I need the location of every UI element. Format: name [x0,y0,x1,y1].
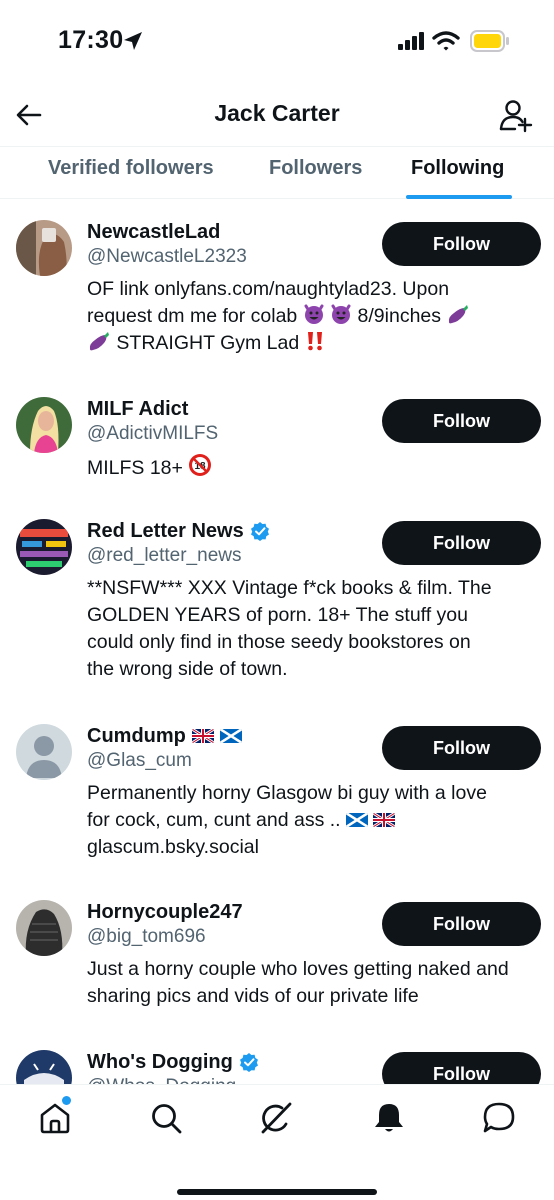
display-name[interactable]: NewcastleLad [87,221,220,244]
follow-button-label: Follow [433,233,490,254]
user-handle: @Glas_cum [87,750,192,771]
home-icon[interactable] [38,1101,72,1135]
display-name[interactable]: Who's Dogging [87,1051,233,1074]
bio-text: glascum.bsky.social [87,836,259,858]
display-name[interactable]: Hornycouple247 [87,901,243,924]
user-name[interactable]: Cumdump [87,724,242,748]
location-arrow-icon [124,32,142,50]
display-name[interactable]: Cumdump [87,725,186,748]
following-list: NewcastleLad @NewcastleL2323 Follow OF l… [0,199,554,1084]
user-handle: @big_tom696 [87,926,206,947]
eggplant-emoji-icon [89,332,109,351]
bio-text: request dm me for colab [87,305,298,327]
user-row[interactable]: Red Letter News @red_letter_news Follow … [0,519,554,694]
follow-button[interactable]: Follow [382,1052,541,1084]
bio-text: OF link onlyfans.com/naughtylad23. Upon [87,278,450,300]
avatar[interactable] [16,519,72,575]
bio-text: Permanently horny Glasgow bi guy with a … [87,782,487,804]
tab-bar: Verified followers Followers Following [0,146,554,199]
search-icon[interactable] [149,1101,183,1135]
user-row[interactable]: Hornycouple247 @big_tom696 Follow Just a… [0,900,554,1020]
home-unread-dot [62,1096,71,1105]
user-row[interactable]: NewcastleLad @NewcastleL2323 Follow OF l… [0,220,554,385]
user-name[interactable]: Who's Dogging [87,1050,259,1074]
user-row[interactable]: Cumdump @Glas_cum Follow Permanently hor… [0,724,554,874]
no-under-18-emoji-icon: 18 [189,454,212,476]
user-handle: @Whos_Dogging [87,1076,236,1084]
user-bio: Just a horny couple who loves getting na… [87,956,537,1010]
follow-button[interactable]: Follow [382,222,541,266]
follow-button[interactable]: Follow [382,399,541,443]
bio-text: Just a horny couple who loves getting na… [87,958,509,980]
bio-text: MILFS 18+ [87,457,183,479]
user-handle: @AdictivMILFS [87,423,219,444]
follow-button-label: Follow [433,532,490,553]
user-bio: OF link onlyfans.com/naughtylad23. Upon … [87,276,537,357]
home-indicator [177,1189,377,1195]
user-bio: MILFS 18+ 18 [87,453,537,482]
follow-button-label: Follow [433,1063,490,1084]
bio-text: could only find in those seedy bookstore… [87,631,471,653]
user-row[interactable]: MILF Adict @AdictivMILFS Follow MILFS 18… [0,397,554,507]
tab-followers[interactable]: Followers [269,157,362,180]
verified-badge-icon [239,1053,258,1072]
bio-text: the wrong side of town. [87,658,288,680]
uk-flag-icon [373,813,396,827]
follow-button[interactable]: Follow [382,902,541,946]
avatar[interactable] [16,397,72,453]
user-handle: @NewcastleL2323 [87,246,247,267]
display-name[interactable]: MILF Adict [87,398,188,421]
user-handle: @red_letter_news [87,545,242,566]
user-name[interactable]: Red Letter News [87,519,270,543]
notifications-icon[interactable] [372,1101,406,1135]
eggplant-emoji-icon [449,305,469,324]
user-name[interactable]: NewcastleLad [87,220,220,244]
tab-verified-followers[interactable]: Verified followers [48,157,214,180]
wifi-icon [432,31,460,51]
avatar[interactable] [16,724,72,780]
user-name[interactable]: MILF Adict [87,397,188,421]
uk-flag-icon [191,729,214,743]
status-bar: 17:30 [0,0,554,84]
display-name[interactable]: Red Letter News [87,520,244,543]
follow-button-label: Follow [433,410,490,431]
grok-icon[interactable] [259,1101,293,1135]
avatar[interactable] [16,900,72,956]
avatar[interactable] [16,220,72,276]
smiling-devil-emoji-icon [304,304,324,324]
bio-text: 8/9inches [357,305,442,327]
bio-text: STRAIGHT Gym Lad [116,332,300,354]
header: Jack Carter [0,84,554,146]
add-user-icon[interactable] [498,98,534,134]
messages-icon[interactable] [481,1101,517,1135]
follow-button-label: Follow [433,913,490,934]
tab-following[interactable]: Following [411,157,504,180]
bio-text: **NSFW*** XXX Vintage f*ck books & film.… [87,577,492,599]
bio-text: for cock, cum, cunt and ass .. [87,809,341,831]
double-exclamation-icon [307,332,322,351]
battery-icon [470,30,509,52]
follow-button[interactable]: Follow [382,521,541,565]
user-row[interactable]: Who's Dogging @Whos_Dogging Follow [0,1050,554,1084]
avatar[interactable] [16,1050,72,1084]
user-bio: Permanently horny Glasgow bi guy with a … [87,780,537,861]
smiling-devil-emoji-icon [331,304,351,324]
scotland-flag-icon [219,729,242,743]
bio-text: GOLDEN YEARS of porn. 18+ The stuff you [87,604,469,626]
follow-button[interactable]: Follow [382,726,541,770]
signal-icon [398,32,424,50]
scotland-flag-icon [346,813,369,827]
page-title: Jack Carter [214,100,340,126]
follow-button-label: Follow [433,737,490,758]
status-time: 17:30 [58,26,124,54]
bio-text: sharing pics and vids of our private lif… [87,985,419,1007]
bottom-nav [0,1084,554,1200]
verified-badge-icon [250,522,269,541]
user-bio: **NSFW*** XXX Vintage f*ck books & film.… [87,575,537,683]
user-name[interactable]: Hornycouple247 [87,900,243,924]
